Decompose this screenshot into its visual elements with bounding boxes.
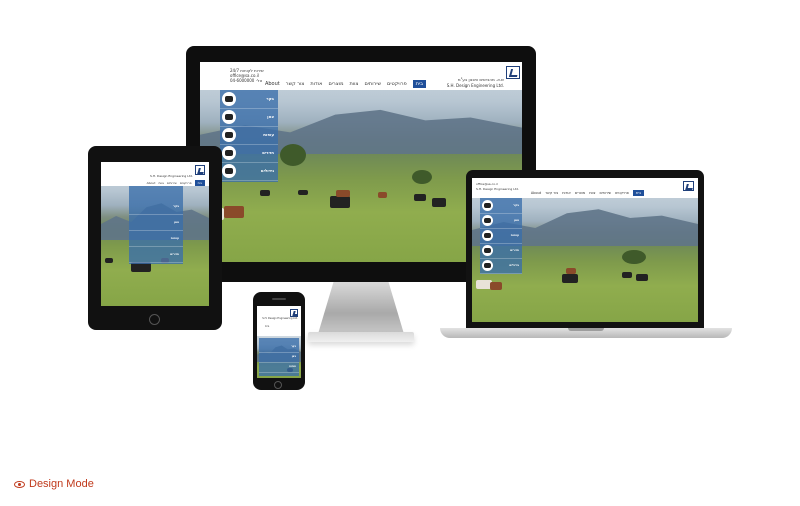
category-item[interactable]: עופות bbox=[220, 126, 278, 145]
nav-item[interactable]: צור קשר bbox=[545, 191, 558, 195]
nav-item[interactable]: בית bbox=[265, 324, 269, 329]
category-item[interactable]: חזירים bbox=[220, 144, 278, 163]
sheep-icon bbox=[222, 110, 236, 124]
category-panel: בקר צאן עופות חזירים bbox=[129, 186, 183, 264]
category-item[interactable]: צאן bbox=[480, 213, 522, 229]
nav-item[interactable]: בית bbox=[194, 180, 205, 186]
phone-speaker bbox=[272, 298, 286, 300]
category-panel: בקר צאן עופות חזירים גידולים bbox=[220, 90, 278, 182]
nav-item[interactable]: אודות bbox=[310, 81, 322, 87]
nav-item[interactable]: שירותים bbox=[600, 191, 612, 195]
site-name-en: S.H. Design Engineering Ltd. bbox=[476, 187, 519, 191]
chicken-icon bbox=[482, 230, 493, 241]
monitor-base bbox=[308, 332, 414, 342]
nav-item[interactable]: בית bbox=[632, 190, 644, 196]
landscape-photo: בקר צאן עופות bbox=[257, 336, 301, 378]
contact-line: טל׳ 04-6000000 bbox=[230, 78, 263, 83]
nav-item[interactable]: About bbox=[265, 81, 280, 87]
cow-icon bbox=[482, 200, 493, 211]
category-item[interactable]: חזירים bbox=[129, 246, 183, 263]
design-mode-label: Design Mode bbox=[29, 478, 94, 490]
category-item[interactable]: עופות bbox=[259, 362, 299, 373]
category-item[interactable]: עופות bbox=[480, 228, 522, 244]
tablet-screen: S.H. Design Engineering Ltd. בית פרויקטי… bbox=[101, 162, 209, 306]
category-item[interactable]: עופות bbox=[129, 230, 183, 247]
site-name-en: S.H. Design Engineering Ltd. bbox=[150, 174, 193, 178]
category-item[interactable]: גידולים bbox=[220, 162, 278, 181]
nav-item[interactable]: אודות bbox=[562, 191, 570, 195]
site-logo[interactable] bbox=[506, 66, 520, 79]
nav-item[interactable]: About bbox=[147, 181, 156, 185]
phone-screen: S.H. Design Engineering Ltd. בית בקר צאן… bbox=[257, 306, 301, 378]
eye-icon bbox=[14, 480, 25, 488]
contact-line: office@sa.co.il bbox=[476, 182, 498, 186]
site-logo[interactable] bbox=[195, 165, 205, 175]
category-item[interactable]: צאן bbox=[129, 214, 183, 231]
sheep-icon bbox=[482, 215, 493, 226]
home-button bbox=[274, 381, 282, 389]
cow-icon bbox=[222, 92, 236, 106]
site-logo[interactable] bbox=[290, 309, 298, 317]
nav-item[interactable]: צור קשר bbox=[286, 81, 305, 87]
plant-icon bbox=[222, 164, 236, 178]
pig-icon bbox=[222, 146, 236, 160]
nav-item[interactable]: צוות bbox=[589, 191, 595, 195]
nav-item[interactable]: צוות bbox=[349, 81, 358, 87]
home-button bbox=[149, 314, 160, 325]
site-name-en: S.H. Design Engineering Ltd. bbox=[262, 317, 298, 320]
pig-icon bbox=[482, 245, 493, 256]
laptop-screen: office@sa.co.il S.H. Design Engineering … bbox=[472, 178, 698, 322]
nav-item[interactable]: צוות bbox=[158, 181, 163, 185]
main-nav: בית פרויקטים שירותים צוות מוצרים אודות צ… bbox=[265, 80, 426, 88]
nav-item[interactable]: About bbox=[531, 191, 541, 195]
site-logo[interactable] bbox=[683, 181, 694, 191]
category-item[interactable]: גידולים bbox=[480, 258, 522, 274]
nav-item[interactable]: פרויקטים bbox=[615, 191, 629, 195]
site-name-en: S.H. Design Engineering Ltd. bbox=[446, 83, 504, 88]
chicken-icon bbox=[222, 128, 236, 142]
plant-icon bbox=[482, 260, 493, 271]
nav-item[interactable]: מוצרים bbox=[329, 81, 344, 87]
category-item[interactable]: בקר bbox=[129, 198, 183, 215]
nav-item[interactable]: מוצרים bbox=[575, 191, 586, 195]
laptop-notch bbox=[568, 328, 604, 331]
nav-item[interactable]: שירותים bbox=[364, 81, 381, 87]
site-name-he: ש.א. מהנדסים ותכנון בע"מ bbox=[457, 77, 504, 82]
nav-item[interactable]: פרויקטים bbox=[387, 81, 407, 87]
category-item[interactable]: בקר bbox=[220, 90, 278, 109]
category-panel: בקר צאן עופות חזירים גידולים bbox=[480, 198, 522, 274]
nav-item[interactable]: בית bbox=[412, 80, 426, 88]
nav-item[interactable]: פרויקטים bbox=[180, 181, 192, 185]
category-item[interactable]: צאן bbox=[220, 108, 278, 127]
monitor-stand bbox=[318, 282, 404, 334]
main-nav: בית פרויקטים שירותים צוות מוצרים אודות צ… bbox=[531, 190, 644, 196]
design-mode-link[interactable]: Design Mode bbox=[14, 478, 94, 490]
nav-item[interactable]: שירותים bbox=[167, 181, 177, 185]
site-header: ש.א. מהנדסים ותכנון בע"מ S.H. Design Eng… bbox=[200, 62, 522, 90]
category-item[interactable]: חזירים bbox=[480, 243, 522, 259]
category-item[interactable]: בקר bbox=[480, 198, 522, 214]
